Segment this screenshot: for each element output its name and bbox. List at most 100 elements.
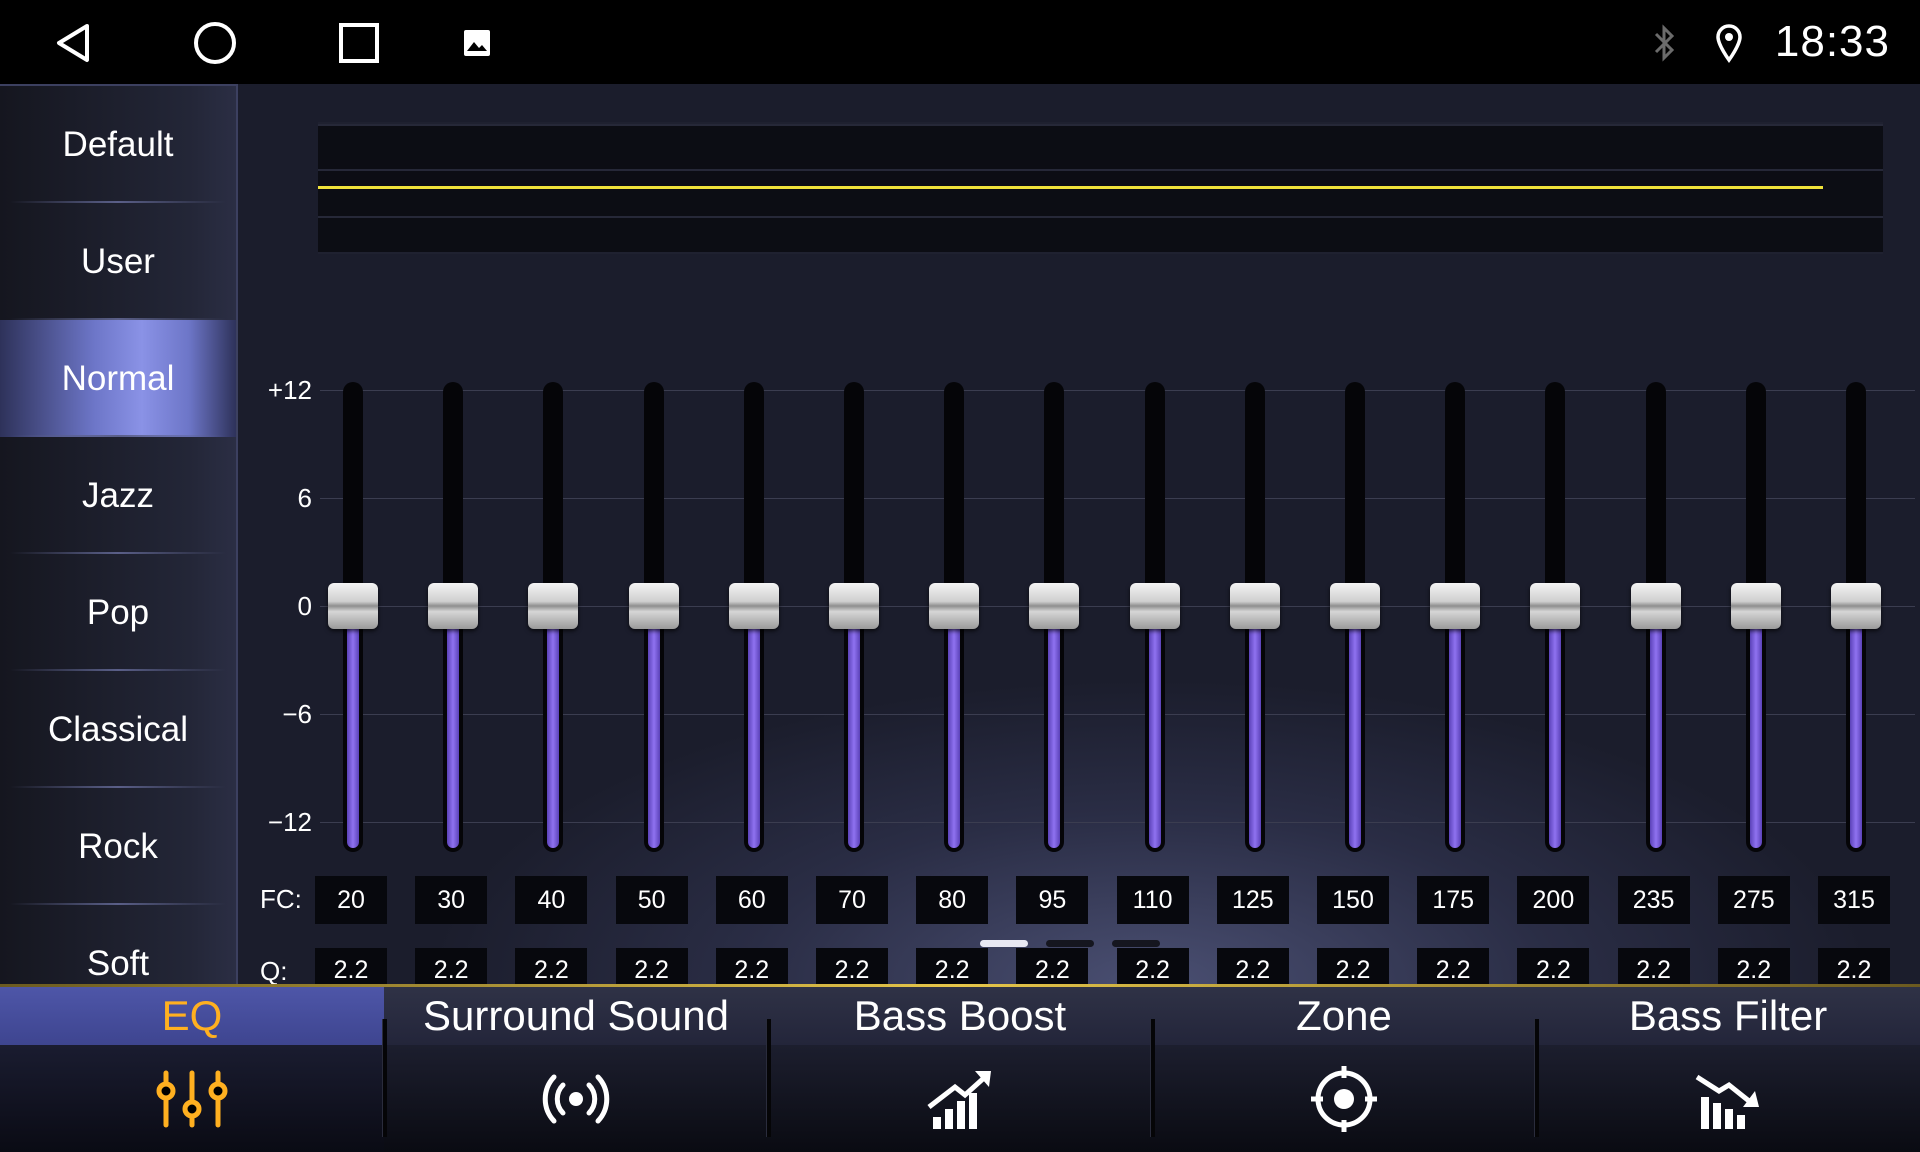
- eq-band-125: 125 2.2: [1215, 284, 1295, 984]
- clock: 18:33: [1774, 17, 1890, 66]
- preset-user[interactable]: User: [0, 203, 236, 320]
- page-dot[interactable]: [980, 940, 1028, 947]
- slider-fill: [1349, 606, 1361, 848]
- fc-value[interactable]: 30: [415, 876, 488, 924]
- fc-value[interactable]: 315: [1818, 876, 1890, 924]
- preset-list[interactable]: Default User Normal Jazz Pop Classical Rock Sof…: [0, 84, 238, 984]
- slider-knob[interactable]: [1430, 583, 1481, 629]
- tab-surround-sound[interactable]: Surround Sound: [384, 987, 768, 1152]
- fc-value[interactable]: 60: [715, 876, 788, 924]
- eq-response-curve: [318, 122, 1883, 254]
- q-value[interactable]: 2.2: [515, 948, 588, 984]
- slider-fill: [848, 606, 860, 848]
- slider-fill: [547, 606, 560, 848]
- fc-value[interactable]: 235: [1617, 876, 1690, 924]
- q-value[interactable]: 2.2: [415, 948, 488, 984]
- slider-knob[interactable]: [829, 583, 879, 629]
- slider-knob[interactable]: [1330, 583, 1380, 629]
- tab-divider: [1534, 1019, 1539, 1137]
- tab-label: Zone: [1152, 987, 1536, 1045]
- slider-knob[interactable]: [1029, 583, 1080, 629]
- slider-knob[interactable]: [1129, 583, 1180, 629]
- slider-knob[interactable]: [428, 583, 479, 629]
- equalizer-icon: [0, 1045, 384, 1152]
- slider-knob[interactable]: [1630, 583, 1681, 629]
- recents-icon[interactable]: [334, 18, 384, 68]
- q-value[interactable]: 2.2: [715, 948, 788, 984]
- slider-knob[interactable]: [929, 583, 980, 629]
- slider-knob[interactable]: [1530, 583, 1581, 629]
- fc-value[interactable]: 95: [1016, 876, 1089, 924]
- preset-normal[interactable]: Normal: [0, 320, 236, 437]
- preset-rock[interactable]: Rock: [0, 788, 236, 905]
- q-value[interactable]: 2.2: [1317, 948, 1389, 984]
- fc-value[interactable]: 40: [515, 876, 588, 924]
- q-value[interactable]: 2.2: [1617, 948, 1690, 984]
- fc-value[interactable]: 275: [1717, 876, 1790, 924]
- gallery-icon[interactable]: [452, 18, 502, 68]
- location-icon: [1704, 18, 1754, 68]
- preset-pop[interactable]: Pop: [0, 554, 236, 671]
- q-value[interactable]: 2.2: [615, 948, 688, 984]
- slider-fill: [447, 606, 460, 848]
- page-dot[interactable]: [1112, 940, 1160, 947]
- q-value[interactable]: 2.2: [916, 948, 989, 984]
- home-icon[interactable]: [190, 18, 240, 68]
- slider-knob[interactable]: [328, 583, 378, 629]
- slider-knob[interactable]: [528, 583, 579, 629]
- preset-soft[interactable]: Soft: [0, 905, 236, 984]
- bottom-tab-bar: EQ Surround Sound Bass Boost Zone Bass Filte…: [0, 984, 1920, 1152]
- q-value[interactable]: 2.2: [816, 948, 888, 984]
- q-value[interactable]: 2.2: [1216, 948, 1289, 984]
- slider-knob[interactable]: [1730, 583, 1781, 629]
- tab-label: Bass Boost: [768, 987, 1152, 1045]
- eq-band-40: 40 2.2: [513, 284, 593, 984]
- preset-classical[interactable]: Classical: [0, 671, 236, 788]
- q-value[interactable]: 2.2: [1417, 948, 1490, 984]
- main-panel: Default User Normal Jazz Pop Classical Rock Sof…: [0, 84, 1920, 984]
- slider-knob[interactable]: [1831, 583, 1881, 629]
- back-icon[interactable]: [48, 18, 98, 68]
- slider-knob[interactable]: [628, 583, 679, 629]
- eq-band-150: 150 2.2: [1315, 284, 1395, 984]
- slider-fill: [1649, 606, 1662, 848]
- eq-band-275: 275 2.2: [1716, 284, 1796, 984]
- fc-value[interactable]: 175: [1417, 876, 1490, 924]
- slider-knob[interactable]: [1229, 583, 1280, 629]
- surround-icon: [384, 1045, 768, 1152]
- eq-band-110: 110 2.2: [1115, 284, 1195, 984]
- q-value[interactable]: 2.2: [1517, 948, 1590, 984]
- q-value[interactable]: 2.2: [1818, 948, 1890, 984]
- slider-knob[interactable]: [728, 583, 779, 629]
- eq-band-50: 50 2.2: [614, 284, 694, 984]
- fc-value[interactable]: 20: [315, 876, 387, 924]
- q-value[interactable]: 2.2: [1016, 948, 1089, 984]
- preset-default[interactable]: Default: [0, 86, 236, 203]
- slider-fill: [1549, 606, 1562, 848]
- tab-bass-filter[interactable]: Bass Filter: [1536, 987, 1920, 1152]
- tab-divider: [1150, 1019, 1155, 1137]
- preset-jazz[interactable]: Jazz: [0, 437, 236, 554]
- fc-value[interactable]: 50: [615, 876, 688, 924]
- tab-label: Bass Filter: [1536, 987, 1920, 1045]
- slider-fill: [948, 606, 961, 848]
- slider-fill: [1248, 606, 1261, 848]
- q-value[interactable]: 2.2: [1717, 948, 1790, 984]
- fc-value[interactable]: 150: [1317, 876, 1389, 924]
- fc-value[interactable]: 80: [916, 876, 989, 924]
- fc-value[interactable]: 200: [1517, 876, 1590, 924]
- y-tick-label: 0: [297, 591, 312, 621]
- q-value[interactable]: 2.2: [1116, 948, 1189, 984]
- fc-value[interactable]: 70: [816, 876, 888, 924]
- fc-row-label: FC:: [260, 884, 302, 914]
- page-dot[interactable]: [1046, 940, 1094, 947]
- q-value[interactable]: 2.2: [315, 948, 387, 984]
- tab-divider: [766, 1019, 771, 1137]
- y-tick-label: −12: [267, 807, 312, 837]
- fc-value[interactable]: 110: [1116, 876, 1189, 924]
- fc-value[interactable]: 125: [1216, 876, 1289, 924]
- tab-zone[interactable]: Zone: [1152, 987, 1536, 1152]
- tab-eq[interactable]: EQ: [0, 987, 384, 1152]
- tab-bass-boost[interactable]: Bass Boost: [768, 987, 1152, 1152]
- slider-fill: [1148, 606, 1161, 848]
